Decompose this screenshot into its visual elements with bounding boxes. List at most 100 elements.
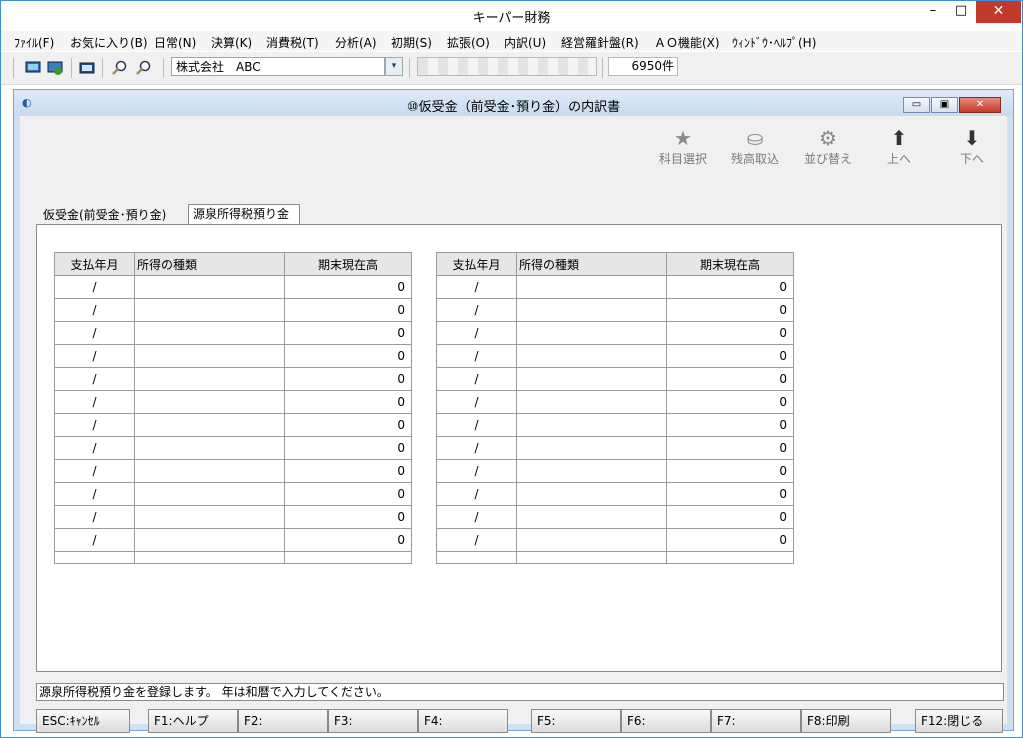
- balance-cell[interactable]: 0: [284, 436, 412, 460]
- f12-close-button[interactable]: F12:閉じる: [915, 709, 1003, 733]
- table-row[interactable]: /0: [54, 505, 412, 529]
- payment-date-cell[interactable]: /: [54, 298, 135, 322]
- f8-print-button[interactable]: F8:印刷: [801, 709, 891, 733]
- income-type-cell[interactable]: [134, 367, 285, 391]
- balance-cell[interactable]: 0: [284, 505, 412, 529]
- menu-ao[interactable]: ＡＯ機能(X): [654, 34, 720, 51]
- esc-cancel-button[interactable]: ESC:ｷｬﾝｾﾙ: [36, 709, 130, 733]
- monitor-icon[interactable]: [25, 60, 41, 76]
- income-type-cell[interactable]: [516, 321, 667, 345]
- tab-withholding-tax[interactable]: 源泉所得税預り金: [188, 204, 300, 224]
- menu-file[interactable]: ﾌｧｲﾙ(F): [14, 34, 54, 51]
- menu-initial[interactable]: 初期(S): [391, 34, 432, 51]
- table-row[interactable]: /0: [54, 390, 412, 414]
- payment-date-cell[interactable]: /: [54, 459, 135, 483]
- payment-date-cell[interactable]: /: [436, 482, 517, 506]
- income-type-cell[interactable]: [134, 298, 285, 322]
- table-row[interactable]: /0: [54, 482, 412, 506]
- f2-button[interactable]: F2:: [238, 709, 328, 733]
- table-row[interactable]: /0: [436, 505, 794, 529]
- menu-extension[interactable]: 拡張(O): [447, 34, 490, 51]
- income-type-cell[interactable]: [134, 321, 285, 345]
- table-row[interactable]: /0: [54, 344, 412, 368]
- menu-analysis[interactable]: 分析(A): [335, 34, 377, 51]
- f1-help-button[interactable]: F1:ヘルプ: [148, 709, 238, 733]
- table-row[interactable]: /0: [436, 528, 794, 552]
- payment-date-cell[interactable]: /: [436, 413, 517, 437]
- sort-button[interactable]: ⚙ 並び替え: [798, 126, 858, 167]
- balance-cell[interactable]: 0: [284, 298, 412, 322]
- table-row[interactable]: /0: [54, 298, 412, 322]
- child-close-button[interactable]: ✕: [959, 97, 1001, 113]
- balance-cell[interactable]: 0: [666, 528, 794, 552]
- f3-button[interactable]: F3:: [328, 709, 418, 733]
- tab-temporary-receipts[interactable]: 仮受金(前受金･預り金): [38, 205, 184, 224]
- zoom-out-icon[interactable]: [135, 60, 151, 76]
- f4-button[interactable]: F4:: [418, 709, 508, 733]
- income-type-cell[interactable]: [516, 390, 667, 414]
- payment-date-cell[interactable]: /: [436, 436, 517, 460]
- payment-date-cell[interactable]: /: [436, 367, 517, 391]
- balance-cell[interactable]: 0: [666, 459, 794, 483]
- income-type-cell[interactable]: [516, 367, 667, 391]
- table-row[interactable]: /0: [436, 482, 794, 506]
- income-type-cell[interactable]: [516, 344, 667, 368]
- menu-favorites[interactable]: お気に入り(B): [70, 34, 148, 51]
- payment-date-cell[interactable]: /: [54, 436, 135, 460]
- income-type-cell[interactable]: [516, 413, 667, 437]
- payment-date-cell[interactable]: /: [54, 390, 135, 414]
- table-row[interactable]: /0: [436, 459, 794, 483]
- payment-date-cell[interactable]: /: [54, 344, 135, 368]
- payment-date-cell[interactable]: /: [436, 505, 517, 529]
- close-button[interactable]: ✕: [976, 1, 1021, 23]
- balance-import-button[interactable]: ⛀ 残高取込: [725, 126, 785, 167]
- menu-window-help[interactable]: ｳｨﾝﾄﾞｳ･ﾍﾙﾌﾟ(H): [732, 34, 816, 51]
- balance-cell[interactable]: 0: [666, 390, 794, 414]
- menu-breakdown[interactable]: 内訳(U): [504, 34, 546, 51]
- payment-date-cell[interactable]: /: [436, 459, 517, 483]
- income-type-cell[interactable]: [516, 298, 667, 322]
- company-select[interactable]: 株式会社 ABC: [171, 57, 385, 76]
- payment-date-cell[interactable]: /: [54, 413, 135, 437]
- menu-settlement[interactable]: 決算(K): [211, 34, 252, 51]
- table-row[interactable]: /0: [436, 390, 794, 414]
- payment-date-cell[interactable]: /: [436, 344, 517, 368]
- balance-cell[interactable]: 0: [666, 298, 794, 322]
- balance-cell[interactable]: 0: [666, 321, 794, 345]
- payment-date-cell[interactable]: /: [436, 390, 517, 414]
- payment-date-cell[interactable]: /: [54, 482, 135, 506]
- table-row[interactable]: /0: [54, 413, 412, 437]
- subject-select-button[interactable]: ★ 科目選択: [653, 126, 713, 167]
- table-row[interactable]: /0: [54, 321, 412, 345]
- income-type-cell[interactable]: [134, 528, 285, 552]
- balance-cell[interactable]: 0: [284, 459, 412, 483]
- balance-cell[interactable]: 0: [666, 275, 794, 299]
- payment-date-cell[interactable]: /: [54, 505, 135, 529]
- payment-date-cell[interactable]: /: [54, 528, 135, 552]
- table-row[interactable]: /0: [54, 459, 412, 483]
- table-row[interactable]: /0: [54, 367, 412, 391]
- move-up-button[interactable]: ⬆ 上へ: [869, 126, 929, 167]
- table-row[interactable]: /0: [436, 298, 794, 322]
- balance-cell[interactable]: 0: [666, 413, 794, 437]
- income-type-cell[interactable]: [516, 459, 667, 483]
- balance-cell[interactable]: 0: [284, 344, 412, 368]
- zoom-in-icon[interactable]: [111, 60, 127, 76]
- balance-cell[interactable]: 0: [284, 321, 412, 345]
- income-type-cell[interactable]: [134, 436, 285, 460]
- balance-cell[interactable]: 0: [284, 413, 412, 437]
- income-type-cell[interactable]: [516, 436, 667, 460]
- child-maximize-button[interactable]: ▣: [931, 97, 958, 113]
- balance-cell[interactable]: 0: [284, 482, 412, 506]
- payment-date-cell[interactable]: /: [436, 298, 517, 322]
- payment-date-cell[interactable]: /: [54, 321, 135, 345]
- income-type-cell[interactable]: [134, 459, 285, 483]
- child-minimize-button[interactable]: ▭: [903, 97, 930, 113]
- menu-tax[interactable]: 消費税(T): [266, 34, 319, 51]
- income-type-cell[interactable]: [516, 528, 667, 552]
- table-row[interactable]: /0: [436, 344, 794, 368]
- balance-cell[interactable]: 0: [284, 275, 412, 299]
- chevron-down-icon[interactable]: ▾: [385, 57, 403, 76]
- balance-cell[interactable]: 0: [284, 390, 412, 414]
- income-type-cell[interactable]: [516, 275, 667, 299]
